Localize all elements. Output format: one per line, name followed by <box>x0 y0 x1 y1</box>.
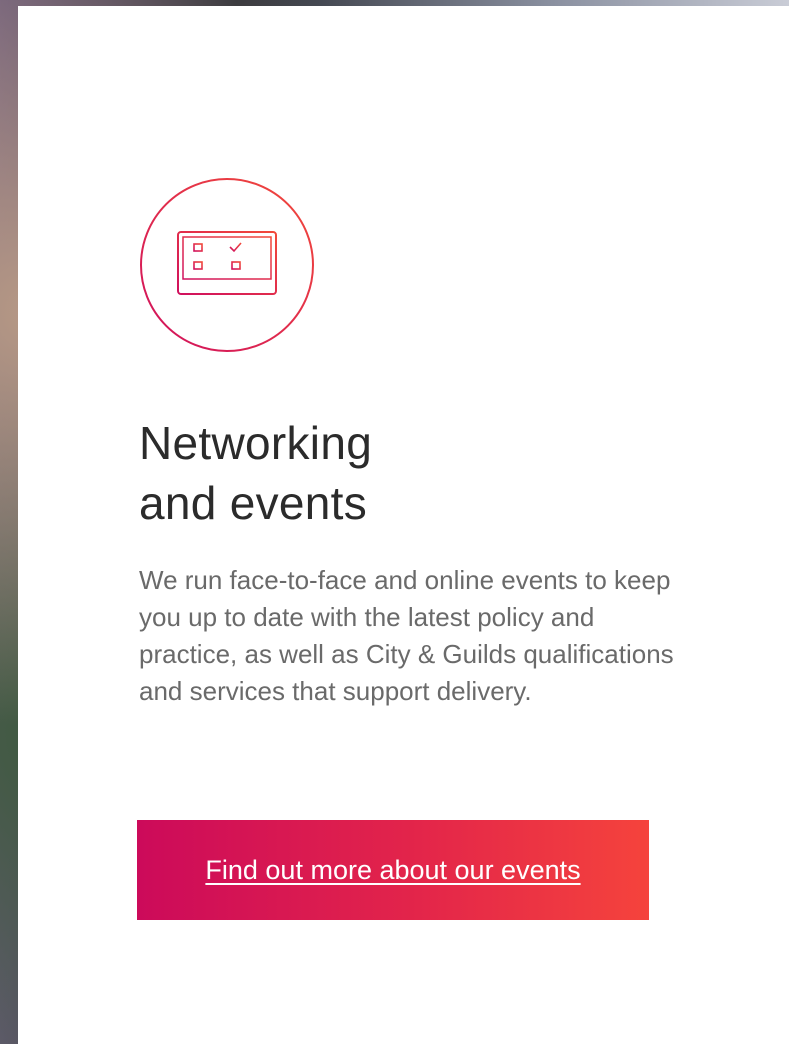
computer-checklist-icon <box>140 178 314 352</box>
events-card: Networking and events We run face-to-fac… <box>18 6 789 1044</box>
find-out-more-events-button[interactable]: Find out more about our events <box>137 820 649 920</box>
card-heading: Networking and events <box>139 413 659 533</box>
card-description: We run face-to-face and online events to… <box>139 565 674 706</box>
heading-line-2: and events <box>139 477 368 529</box>
heading-line-1: Networking <box>139 417 373 469</box>
cta-label: Find out more about our events <box>205 854 581 885</box>
